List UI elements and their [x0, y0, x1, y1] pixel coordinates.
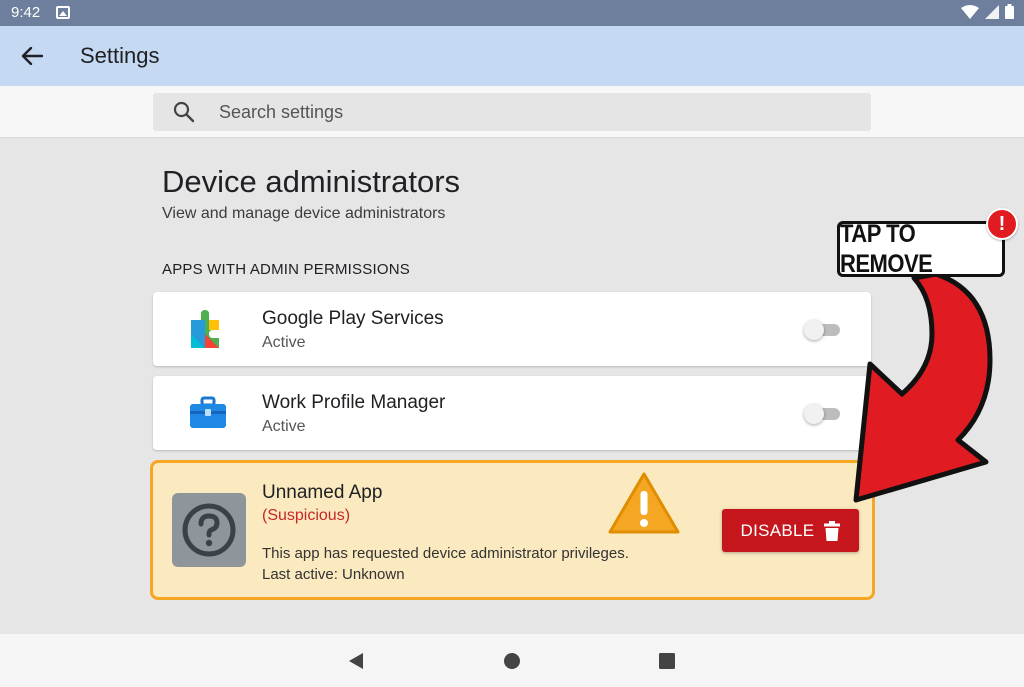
app-bar: Settings — [0, 26, 1024, 86]
back-button[interactable] — [14, 38, 50, 74]
alert-badge-icon: ! — [986, 208, 1018, 240]
tap-to-remove-callout: TAP TO REMOVE — [837, 219, 1005, 278]
status-bar: 9:42 — [0, 0, 1024, 26]
page-title: Device administrators — [162, 164, 461, 199]
square-recents-icon — [659, 653, 675, 669]
content-area: Device administrators View and manage de… — [0, 138, 1024, 634]
callout-label: TAP TO REMOVE — [840, 219, 933, 278]
admin-toggle-google-play-services[interactable] — [804, 320, 842, 340]
last-active-text: Last active: Unknown — [262, 566, 405, 583]
circle-home-icon — [504, 653, 520, 669]
search-icon — [173, 101, 195, 123]
nav-recents-button[interactable] — [654, 648, 680, 674]
battery-icon — [1005, 4, 1014, 19]
arrow-left-icon — [21, 47, 43, 65]
section-header: APPS WITH ADMIN PERMISSIONS — [162, 261, 410, 278]
suspicious-label: (Suspicious) — [262, 507, 351, 524]
app-status: Active — [262, 418, 306, 435]
admin-app-item-work-profile-manager[interactable]: Work Profile Manager Active — [153, 376, 871, 450]
trash-icon — [824, 520, 841, 541]
image-notification-icon — [56, 6, 70, 19]
app-name: Google Play Services — [262, 308, 444, 329]
triangle-back-icon — [349, 653, 363, 669]
nav-home-button[interactable] — [499, 648, 525, 674]
admin-app-item-google-play-services[interactable]: Google Play Services Active — [153, 292, 871, 366]
app-bar-title: Settings — [80, 43, 160, 68]
disable-button-label: DISABLE — [740, 520, 815, 540]
disable-button[interactable]: DISABLE — [722, 509, 859, 552]
unknown-app-icon — [172, 493, 246, 567]
warning-icon — [608, 472, 680, 534]
admin-app-item-unnamed-app[interactable]: Unnamed App (Suspicious) This app has re… — [150, 460, 875, 600]
status-time: 9:42 — [11, 4, 41, 21]
status-icons — [961, 4, 1014, 19]
navigation-bar — [0, 634, 1024, 687]
wifi-icon — [961, 4, 979, 19]
app-name: Work Profile Manager — [262, 392, 446, 413]
briefcase-icon — [190, 396, 226, 428]
search-strip — [0, 86, 1024, 138]
app-description: This app has requested device administra… — [262, 545, 629, 562]
google-play-services-icon — [191, 310, 219, 348]
toggle-thumb — [804, 320, 824, 340]
question-mark-icon — [182, 503, 236, 557]
app-status: Active — [262, 334, 306, 351]
search-box[interactable] — [153, 93, 871, 131]
page-subtitle: View and manage device administrators — [162, 205, 446, 222]
toggle-thumb — [804, 404, 824, 424]
search-input[interactable] — [219, 93, 839, 131]
app-name: Unnamed App — [262, 482, 383, 503]
nav-back-button[interactable] — [343, 648, 369, 674]
signal-icon — [985, 4, 999, 19]
admin-toggle-work-profile-manager[interactable] — [804, 404, 842, 424]
